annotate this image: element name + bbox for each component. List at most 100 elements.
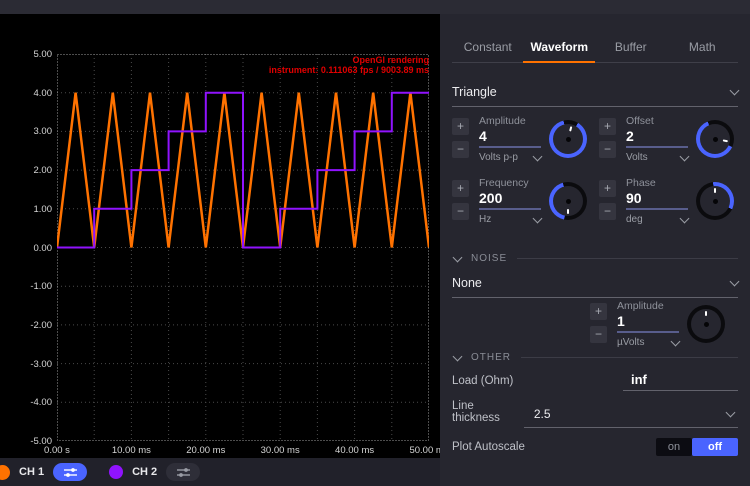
chevron-down-icon — [453, 351, 463, 361]
chevron-down-icon — [533, 151, 543, 161]
offset-knob[interactable] — [696, 120, 734, 158]
frequency-unit-dropdown[interactable]: Hz — [479, 214, 541, 225]
y-tick-label: 2.00 — [2, 165, 52, 176]
tab-constant[interactable]: Constant — [452, 34, 524, 62]
ch2-label: CH 2 — [132, 466, 157, 478]
waveform-plot[interactable] — [57, 54, 429, 441]
amplitude-unit-dropdown[interactable]: Volts p-p — [479, 152, 541, 163]
offset-value[interactable]: 2 — [626, 128, 688, 148]
offset-control: + − Offset 2 Volts — [599, 115, 738, 165]
noise-amplitude-increment-button[interactable]: + — [590, 303, 607, 320]
chevron-down-icon — [680, 213, 690, 223]
line-thickness-dropdown[interactable]: 2.5 — [524, 407, 738, 428]
offset-increment-button[interactable]: + — [599, 118, 616, 135]
frequency-unit: Hz — [479, 214, 491, 225]
noise-amplitude-value[interactable]: 1 — [617, 313, 679, 333]
autoscale-off-button[interactable]: off — [692, 438, 738, 456]
load-label: Load (Ohm) — [452, 375, 513, 391]
phase-value[interactable]: 90 — [626, 190, 688, 210]
y-tick-label: 3.00 — [2, 126, 52, 137]
other-section-label: OTHER — [471, 352, 511, 363]
frequency-label: Frequency — [479, 177, 541, 189]
noise-section-header[interactable]: NOISE — [452, 253, 738, 264]
line-thickness-value: 2.5 — [534, 407, 551, 421]
section-divider — [517, 258, 738, 259]
x-tick-label: 20.00 ms — [174, 445, 238, 456]
chevron-down-icon — [730, 277, 740, 287]
opengl-annotation: OpenGl rendering — [269, 55, 429, 65]
plot-autoscale-row: Plot Autoscale on off — [452, 438, 738, 456]
offset-unit-dropdown[interactable]: Volts — [626, 152, 688, 163]
sliders-icon — [176, 467, 191, 478]
noise-amplitude-decrement-button[interactable]: − — [590, 326, 607, 343]
amplitude-control: + − Amplitude 4 Volts p-p — [452, 115, 591, 165]
waveform-type-value: Triangle — [452, 85, 497, 99]
phase-control: + − Phase 90 deg — [599, 177, 738, 227]
other-section-header[interactable]: OTHER — [452, 352, 738, 363]
chevron-down-icon — [671, 336, 681, 346]
noise-section-label: NOISE — [471, 253, 507, 264]
noise-type-value: None — [452, 276, 482, 290]
offset-label: Offset — [626, 115, 688, 127]
y-tick-label: -4.00 — [2, 397, 52, 408]
fps-annotation: instrument: 0.111063 fps / 9003.89 ms — [269, 65, 429, 75]
y-tick-label: -1.00 — [2, 281, 52, 292]
chevron-down-icon — [453, 252, 463, 262]
noise-amplitude-unit-dropdown[interactable]: µVolts — [617, 337, 679, 348]
phase-increment-button[interactable]: + — [599, 180, 616, 197]
tab-waveform[interactable]: Waveform — [524, 34, 596, 62]
parameter-grid: + − Amplitude 4 Volts p-p + — [452, 115, 738, 227]
ch1-enable-dot[interactable] — [0, 465, 10, 480]
tab-buffer[interactable]: Buffer — [595, 34, 667, 62]
ch1-label: CH 1 — [19, 466, 44, 478]
frequency-decrement-button[interactable]: − — [452, 203, 469, 220]
amplitude-value[interactable]: 4 — [479, 128, 541, 148]
phase-unit-dropdown[interactable]: deg — [626, 214, 688, 225]
amplitude-increment-button[interactable]: + — [452, 118, 469, 135]
load-row: Load (Ohm) — [452, 372, 738, 391]
y-tick-label: -3.00 — [2, 359, 52, 370]
chevron-down-icon — [680, 151, 690, 161]
y-tick-label: 1.00 — [2, 204, 52, 215]
chevron-down-icon — [726, 408, 736, 418]
phase-decrement-button[interactable]: − — [599, 203, 616, 220]
x-tick-label: 0.00 s — [25, 445, 89, 456]
phase-unit: deg — [626, 214, 643, 225]
frequency-control: + − Frequency 200 Hz — [452, 177, 591, 227]
noise-type-dropdown[interactable]: None — [452, 276, 738, 298]
render-annotations: OpenGl rendering instrument: 0.111063 fp… — [269, 55, 429, 75]
plot-autoscale-toggle: on off — [656, 438, 738, 456]
phase-label: Phase — [626, 177, 688, 189]
offset-unit: Volts — [626, 152, 648, 163]
settings-panel: Constant Waveform Buffer Math Triangle +… — [440, 14, 750, 486]
load-input[interactable] — [623, 372, 738, 390]
x-tick-label: 10.00 ms — [99, 445, 163, 456]
waveform-type-dropdown[interactable]: Triangle — [452, 85, 738, 107]
ch2-enable-dot[interactable] — [109, 465, 123, 479]
offset-decrement-button[interactable]: − — [599, 141, 616, 158]
plot-autoscale-label: Plot Autoscale — [452, 441, 525, 453]
top-bar — [0, 0, 750, 14]
noise-amplitude-unit: µVolts — [617, 337, 644, 348]
autoscale-on-button[interactable]: on — [656, 438, 692, 456]
ch2-settings-button[interactable] — [166, 463, 200, 481]
frequency-increment-button[interactable]: + — [452, 180, 469, 197]
line-thickness-label: Line thickness — [452, 400, 524, 428]
tab-math[interactable]: Math — [667, 34, 739, 62]
y-tick-label: 4.00 — [2, 88, 52, 99]
section-divider — [521, 357, 738, 358]
amplitude-decrement-button[interactable]: − — [452, 141, 469, 158]
sliders-icon — [63, 467, 78, 478]
ch1-settings-button[interactable] — [53, 463, 87, 481]
x-tick-label: 30.00 ms — [248, 445, 312, 456]
y-tick-label: 0.00 — [2, 243, 52, 254]
noise-amplitude-knob[interactable] — [687, 305, 725, 343]
amplitude-knob[interactable] — [549, 120, 587, 158]
phase-knob[interactable] — [696, 182, 734, 220]
frequency-knob[interactable] — [549, 182, 587, 220]
chevron-down-icon — [730, 86, 740, 96]
noise-amplitude-label: Amplitude — [617, 300, 679, 312]
amplitude-label: Amplitude — [479, 115, 541, 127]
frequency-value[interactable]: 200 — [479, 190, 541, 210]
signal-generator-window: OpenGl rendering instrument: 0.111063 fp… — [0, 0, 750, 486]
